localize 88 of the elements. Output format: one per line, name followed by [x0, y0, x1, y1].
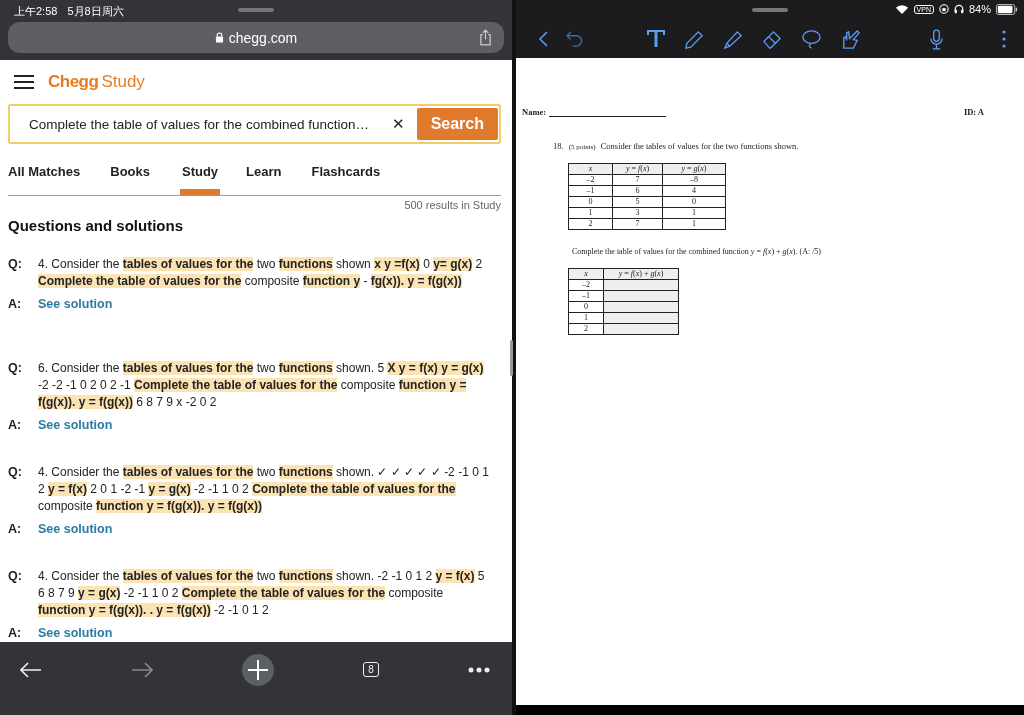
text-tool-icon[interactable] — [646, 29, 666, 49]
question-label: Q: — [8, 360, 23, 377]
hand-icon[interactable] — [840, 28, 861, 50]
answer-label: A: — [8, 417, 23, 434]
question-label: Q: — [8, 256, 23, 273]
id-label: ID: A — [963, 107, 984, 117]
table-cell: –1 — [568, 290, 604, 302]
menu-icon[interactable] — [14, 75, 34, 89]
question-label: Q: — [8, 464, 23, 481]
microphone-icon[interactable] — [929, 28, 944, 50]
table-cell: –1 — [568, 185, 613, 197]
table-cell: –2 — [568, 279, 604, 291]
results-count: 500 results in Study — [404, 199, 501, 211]
table-cell: 2 — [568, 323, 604, 335]
highlighter-icon[interactable] — [723, 28, 744, 50]
table-cell: 4 — [662, 185, 726, 197]
more-vertical-icon[interactable] — [1002, 30, 1006, 48]
question-text[interactable]: 4. Consider the tables of values for the two functions shown. ✓ ✓ ✓ ✓ ✓ -2 -1 0 1 2 y = f(x) 2 0 1 -2 -1 y = g(x) -2 -1 1 0 2 Complete the table of values for the composite function y = f(g(x)). y = f(g(x)) — [38, 464, 490, 515]
tab-count[interactable]: 8 — [363, 662, 379, 677]
see-solution-link[interactable]: See solution — [38, 417, 113, 435]
headphones-icon — [953, 4, 964, 14]
table-cell: 5 — [612, 196, 663, 208]
back-chevron-icon[interactable] — [538, 31, 548, 47]
multitask-handle[interactable] — [238, 8, 274, 12]
status-date: 5月8日周六 — [67, 3, 124, 19]
table-cell: 0 — [568, 301, 604, 313]
answer-box[interactable] — [603, 290, 679, 302]
wifi-icon — [894, 3, 909, 15]
clear-button[interactable]: ✕ — [391, 115, 405, 133]
pencil-icon[interactable] — [684, 28, 705, 50]
table-cell: 2 — [568, 218, 613, 230]
new-tab-icon[interactable] — [242, 653, 275, 686]
question-label: Q: — [8, 568, 23, 585]
section-heading: Questions and solutions — [8, 217, 184, 234]
multitask-handle[interactable] — [752, 8, 788, 12]
question-text[interactable]: 4. Consider the tables of values for the two functions shown. -2 -1 0 1 2 y = f(x) 5 6 8 7 9 y = g(x) -2 -1 1 0 2 Complete the table of values for the composite function y = f(g(x)). . y = f(g(x)) -2 -1 0 1 2 — [38, 568, 490, 619]
table-cell: 3 — [612, 207, 663, 219]
table-cell: 1 — [662, 218, 726, 230]
undo-icon[interactable] — [566, 30, 583, 48]
category-tab[interactable]: All Matches — [8, 156, 81, 195]
table-cell: 0 — [568, 196, 613, 208]
answer-label: A: — [8, 521, 23, 538]
forward-arrow-icon[interactable] — [131, 661, 154, 678]
more-icon[interactable] — [468, 666, 490, 673]
answer-box[interactable] — [603, 323, 679, 335]
question-number: 18. — [553, 141, 564, 151]
category-tab[interactable]: Books — [110, 156, 150, 195]
status-time: 上午2:58 — [14, 3, 58, 19]
battery-percentage: 84% — [968, 3, 991, 15]
lock-icon — [214, 32, 224, 43]
eraser-icon[interactable] — [762, 28, 783, 50]
table-header-cell: x — [568, 163, 613, 175]
table-cell: 1 — [662, 207, 726, 219]
search-field[interactable]: Complete the table of values for the combined function… ✕ Search — [8, 104, 501, 144]
category-tab[interactable]: Flashcards — [311, 156, 381, 195]
table-cell: 1 — [568, 207, 613, 219]
share-icon[interactable] — [479, 29, 492, 46]
table-cell: 7 — [612, 218, 663, 230]
back-arrow-icon[interactable] — [20, 661, 42, 678]
see-solution-link[interactable]: See solution — [38, 625, 113, 642]
lock-rotation-icon — [938, 4, 949, 14]
instruction-text: Complete the table of values for the combined function y = f(x) + g(x). (A: /5) — [572, 247, 823, 256]
answer-label: A: — [8, 625, 23, 642]
table-header-cell: y = f(x) — [612, 163, 663, 175]
name-label: Name: — [522, 107, 547, 117]
table-header-cell: y = g(x) — [662, 163, 726, 175]
split-divider-handle[interactable] — [510, 340, 513, 376]
table-cell: –8 — [662, 174, 726, 186]
table-cell: 1 — [568, 312, 604, 324]
table-cell: 7 — [612, 174, 663, 186]
battery-icon — [996, 3, 1018, 15]
answer-box[interactable] — [603, 279, 679, 291]
lasso-icon[interactable] — [801, 28, 822, 50]
question-text[interactable]: 4. Consider the tables of values for the two functions shown x y =f(x) 0 y= g(x) 2 Complete the table of values for the composite function y - fg(x)). y = f(g(x)) — [38, 256, 490, 290]
see-solution-link[interactable]: See solution — [38, 521, 113, 539]
answer-box[interactable] — [603, 301, 679, 313]
table-cell: –2 — [568, 174, 613, 186]
category-tab[interactable]: Learn — [246, 156, 282, 195]
table-header-cell: x — [568, 268, 604, 280]
table-cell: 0 — [662, 196, 726, 208]
answer-box[interactable] — [603, 312, 679, 324]
address-bar[interactable]: chegg.com — [8, 22, 504, 53]
question-prompt: Consider the tables of values for the two functions shown. — [600, 141, 799, 151]
answer-label: A: — [8, 296, 23, 313]
table-cell: 6 — [612, 185, 663, 197]
category-tab[interactable]: Study — [180, 156, 221, 195]
table-header-cell: y = f(x) + g(x) — [603, 268, 679, 280]
see-solution-link[interactable]: See solution — [38, 296, 113, 314]
